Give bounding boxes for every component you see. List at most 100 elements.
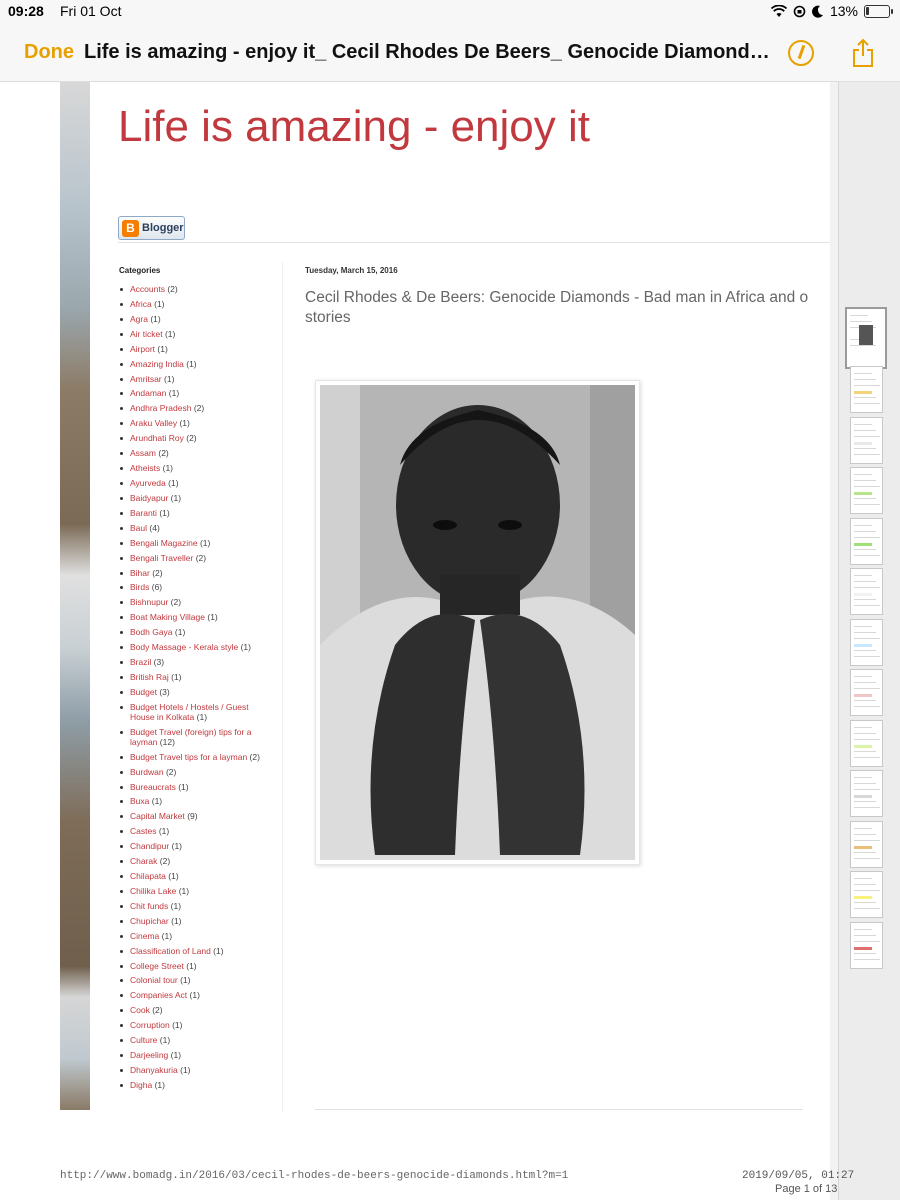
category-item[interactable]: College Street (1): [118, 961, 273, 971]
category-item[interactable]: Chupichar (1): [118, 916, 273, 926]
page-thumbnail[interactable]: [850, 770, 883, 817]
category-link[interactable]: Andhra Pradesh: [130, 403, 191, 413]
category-link[interactable]: Corruption: [130, 1020, 170, 1030]
page-thumbnail[interactable]: [845, 307, 887, 369]
category-item[interactable]: Chit funds (1): [118, 901, 273, 911]
page-thumbnail[interactable]: [850, 921, 883, 969]
category-link[interactable]: College Street: [130, 961, 184, 971]
blog-title[interactable]: Life is amazing - enjoy it: [118, 102, 590, 152]
category-item[interactable]: Baidyapur (1): [118, 493, 273, 503]
category-item[interactable]: Chandipur (1): [118, 841, 273, 851]
page-thumbnail[interactable]: [850, 467, 883, 514]
category-item[interactable]: Classification of Land (1): [118, 946, 273, 956]
category-link[interactable]: Classification of Land: [130, 946, 211, 956]
category-link[interactable]: Colonial tour: [130, 975, 178, 985]
category-link[interactable]: Castes: [130, 826, 156, 836]
category-item[interactable]: Bureaucrats (1): [118, 782, 273, 792]
category-item[interactable]: Andaman (1): [118, 388, 273, 398]
category-link[interactable]: Chit funds: [130, 901, 168, 911]
post-image-frame[interactable]: [315, 380, 640, 865]
done-button[interactable]: Done: [24, 41, 74, 64]
category-item[interactable]: Darjeeling (1): [118, 1050, 273, 1060]
category-item[interactable]: Dhanyakuria (1): [118, 1065, 273, 1075]
category-link[interactable]: Budget Hotels / Hostels / Guest House in…: [130, 702, 249, 722]
category-item[interactable]: Bishnupur (2): [118, 597, 273, 607]
category-item[interactable]: Baul (4): [118, 523, 273, 533]
page-thumbnail[interactable]: [850, 820, 883, 868]
category-item[interactable]: Air ticket (1): [118, 329, 273, 339]
category-item[interactable]: Ayurveda (1): [118, 478, 273, 488]
category-item[interactable]: Bengali Magazine (1): [118, 538, 273, 548]
page-thumbnail[interactable]: [850, 568, 883, 615]
category-item[interactable]: Chilapata (1): [118, 871, 273, 881]
page-thumbnail[interactable]: [850, 871, 883, 918]
category-link[interactable]: Charak: [130, 856, 157, 866]
category-link[interactable]: Baul: [130, 523, 147, 533]
category-link[interactable]: Cook: [130, 1005, 150, 1015]
category-link[interactable]: Baidyapur: [130, 493, 168, 503]
category-link[interactable]: Chandipur: [130, 841, 169, 851]
category-link[interactable]: Andaman: [130, 388, 166, 398]
page-thumbnail[interactable]: [850, 719, 883, 767]
category-link[interactable]: Chilika Lake: [130, 886, 176, 896]
category-item[interactable]: Castes (1): [118, 826, 273, 836]
post-title[interactable]: Cecil Rhodes & De Beers: Genocide Diamon…: [305, 288, 830, 328]
category-item[interactable]: Amazing India (1): [118, 359, 273, 369]
category-item[interactable]: Culture (1): [118, 1035, 273, 1045]
category-item[interactable]: Brazil (3): [118, 657, 273, 667]
category-link[interactable]: Assam: [130, 448, 156, 458]
page-thumbnail[interactable]: [850, 416, 883, 464]
category-item[interactable]: Charak (2): [118, 856, 273, 866]
category-item[interactable]: Bodh Gaya (1): [118, 627, 273, 637]
category-link[interactable]: Bengali Magazine: [130, 538, 198, 548]
blogger-badge[interactable]: B Blogger: [118, 216, 185, 240]
category-item[interactable]: Boat Making Village (1): [118, 612, 273, 622]
category-item[interactable]: Corruption (1): [118, 1020, 273, 1030]
page-thumbnail[interactable]: [850, 517, 883, 565]
category-link[interactable]: Budget Travel tips for a layman: [130, 752, 247, 762]
category-item[interactable]: Birds (6): [118, 582, 273, 592]
category-item[interactable]: Arundhati Roy (2): [118, 433, 273, 443]
category-item[interactable]: British Raj (1): [118, 672, 273, 682]
category-link[interactable]: Amazing India: [130, 359, 184, 369]
category-link[interactable]: British Raj: [130, 672, 169, 682]
category-link[interactable]: Birds: [130, 582, 149, 592]
category-link[interactable]: Darjeeling: [130, 1050, 168, 1060]
category-link[interactable]: Arundhati Roy: [130, 433, 184, 443]
category-link[interactable]: Digha: [130, 1080, 152, 1090]
category-link[interactable]: Ayurveda: [130, 478, 166, 488]
category-link[interactable]: Araku Valley: [130, 418, 177, 428]
category-item[interactable]: Capital Market (9): [118, 811, 273, 821]
category-link[interactable]: Africa: [130, 299, 152, 309]
category-item[interactable]: Chilika Lake (1): [118, 886, 273, 896]
category-item[interactable]: Budget Travel tips for a layman (2): [118, 752, 273, 762]
category-link[interactable]: Baranti: [130, 508, 157, 518]
category-link[interactable]: Brazil: [130, 657, 151, 667]
markup-icon[interactable]: [788, 40, 814, 66]
category-item[interactable]: Assam (2): [118, 448, 273, 458]
category-item[interactable]: Andhra Pradesh (2): [118, 403, 273, 413]
category-link[interactable]: Dhanyakuria: [130, 1065, 178, 1075]
category-item[interactable]: Atheists (1): [118, 463, 273, 473]
category-link[interactable]: Budget Travel (foreign) tips for a layma…: [130, 727, 251, 747]
page-thumbnail[interactable]: [850, 669, 883, 716]
category-link[interactable]: Capital Market: [130, 811, 185, 821]
category-item[interactable]: Agra (1): [118, 314, 273, 324]
category-link[interactable]: Bodh Gaya: [130, 627, 173, 637]
category-item[interactable]: Araku Valley (1): [118, 418, 273, 428]
category-item[interactable]: Colonial tour (1): [118, 975, 273, 985]
category-item[interactable]: Budget (3): [118, 687, 273, 697]
category-link[interactable]: Bihar: [130, 568, 150, 578]
category-link[interactable]: Bengali Traveller: [130, 553, 193, 563]
category-link[interactable]: Accounts: [130, 284, 165, 294]
category-link[interactable]: Bishnupur: [130, 597, 168, 607]
category-item[interactable]: Burdwan (2): [118, 767, 273, 777]
category-link[interactable]: Airport: [130, 344, 155, 354]
category-link[interactable]: Chupichar: [130, 916, 169, 926]
category-link[interactable]: Chilapata: [130, 871, 166, 881]
category-item[interactable]: Buxa (1): [118, 796, 273, 806]
category-item[interactable]: Cook (2): [118, 1005, 273, 1015]
category-item[interactable]: Bengali Traveller (2): [118, 553, 273, 563]
category-link[interactable]: Companies Act: [130, 990, 187, 1000]
page-thumbnail[interactable]: [850, 366, 883, 413]
